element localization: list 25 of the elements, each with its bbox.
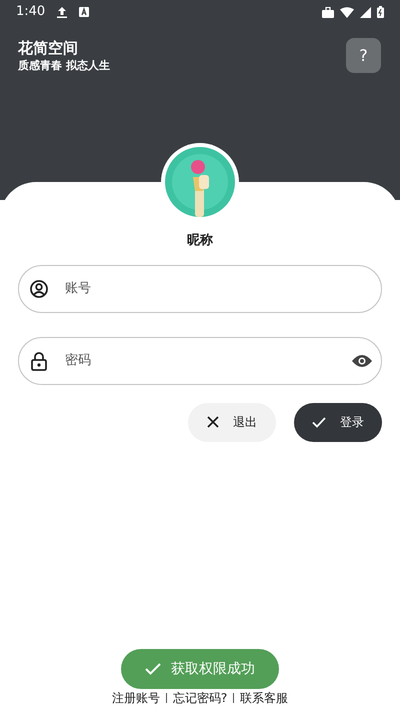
app-title: 花简空间 [18, 38, 79, 58]
close-icon [207, 416, 219, 428]
footer-link[interactable]: 忘记密码? [172, 689, 228, 707]
lock-icon [31, 352, 47, 370]
status-time: 1:40 [16, 3, 46, 22]
keyboard-icon [79, 7, 90, 17]
wifi-icon [340, 6, 354, 18]
signal-icon [360, 6, 371, 18]
nickname: 昵称 [187, 232, 213, 250]
toast-message: 获取权限成功 [171, 660, 255, 678]
footer-link[interactable]: 注册账号 [112, 689, 160, 707]
person-icon [30, 280, 48, 298]
exit-button[interactable]: 退出 [188, 402, 276, 442]
battery-icon [377, 6, 384, 18]
briefcase-icon [322, 6, 334, 18]
password-field[interactable]: 密码 [18, 336, 382, 384]
footer-link[interactable]: 联系客服 [240, 689, 288, 707]
app-subtitle: 质感青春 拟态人生 [18, 58, 110, 74]
upload-icon [57, 6, 68, 18]
check-icon [312, 416, 326, 428]
check-icon [145, 663, 161, 675]
help-button[interactable]: ? [346, 38, 381, 73]
login-button[interactable]: 登录 [294, 402, 382, 442]
eye-icon[interactable] [352, 354, 372, 368]
account-field[interactable]: 账号 [18, 264, 382, 312]
